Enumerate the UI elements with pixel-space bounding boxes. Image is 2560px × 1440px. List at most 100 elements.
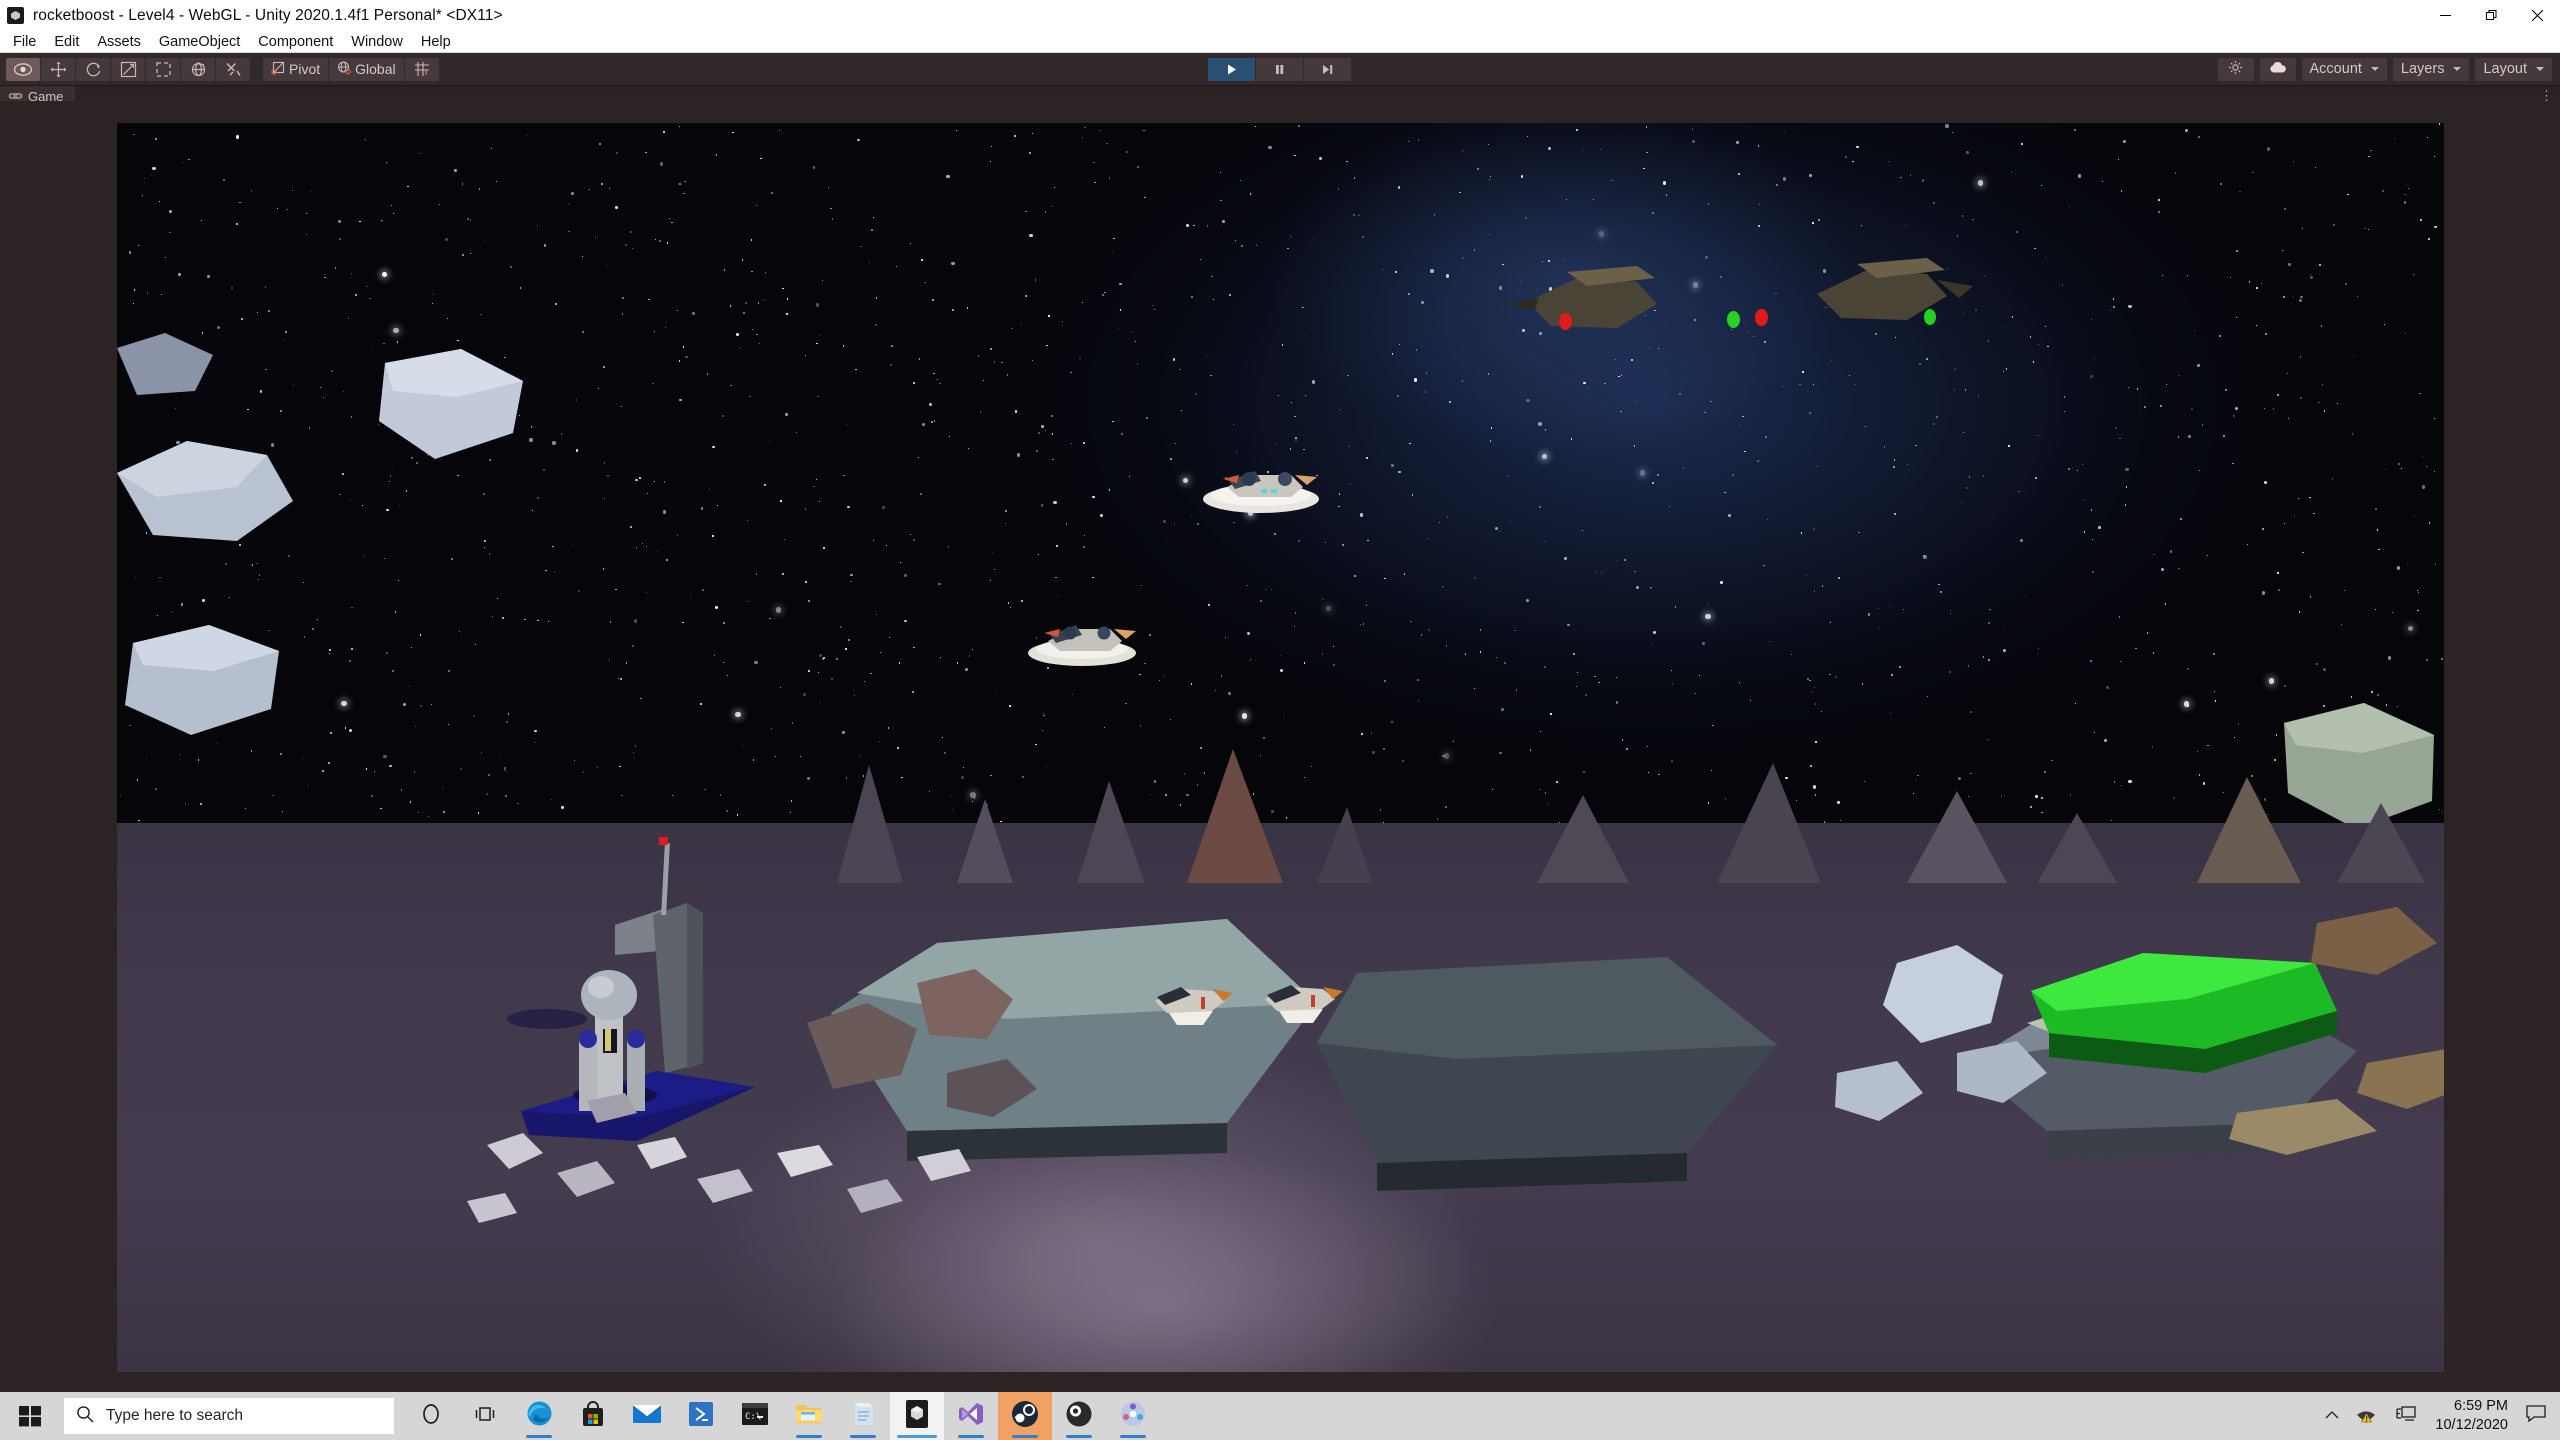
window-title: rocketboost - Level4 - WebGL - Unity 202… xyxy=(33,6,503,24)
game-viewport[interactable] xyxy=(0,101,2560,1392)
menu-window[interactable]: Window xyxy=(342,32,412,52)
windows-taskbar: Type here to search C:\ 6:59 PM 10/12/20… xyxy=(0,1392,2560,1440)
rotate-icon xyxy=(85,61,102,78)
window-controls xyxy=(2422,0,2560,31)
rotate-tool-button[interactable] xyxy=(76,57,110,81)
hand-tool-button[interactable] xyxy=(6,57,40,81)
layers-label: Layers xyxy=(2400,61,2445,77)
system-tray: 6:59 PM 10/12/2020 xyxy=(2317,1392,2560,1440)
start-button[interactable] xyxy=(0,1392,60,1440)
restore-button[interactable] xyxy=(2468,0,2514,31)
unity-icon xyxy=(906,1399,928,1433)
alien-ships xyxy=(1507,258,1973,328)
layers-dropdown[interactable]: Layers xyxy=(2392,57,2470,81)
marker-green-1 xyxy=(1727,311,1740,328)
globe-icon xyxy=(337,60,351,78)
game-render-surface[interactable] xyxy=(117,123,2444,1372)
menu-bar: File Edit Assets GameObject Component Wi… xyxy=(0,31,2560,53)
menu-assets[interactable]: Assets xyxy=(88,32,150,52)
layout-label: Layout xyxy=(2483,61,2527,77)
move-tool-button[interactable] xyxy=(41,57,75,81)
taskbar-item-file-explorer[interactable] xyxy=(782,1392,836,1440)
taskbar-item-media[interactable] xyxy=(1106,1392,1160,1440)
powershell-icon xyxy=(689,1401,713,1431)
eye-icon xyxy=(14,62,32,76)
menu-file[interactable]: File xyxy=(4,32,45,52)
step-button[interactable] xyxy=(1304,57,1351,81)
left-rock-cluster xyxy=(807,969,1037,1117)
taskbar-item-unity[interactable] xyxy=(890,1392,944,1440)
account-dropdown[interactable]: Account xyxy=(2301,57,2387,81)
visual-studio-icon xyxy=(958,1401,984,1432)
display-settings-button[interactable] xyxy=(2387,1392,2425,1440)
toolbar-right-group: Account Layers Layout xyxy=(2217,57,2552,81)
action-center-button[interactable] xyxy=(2518,1392,2554,1440)
layout-dropdown[interactable]: Layout xyxy=(2475,57,2552,81)
collab-search-icon xyxy=(2228,60,2243,79)
pause-button[interactable] xyxy=(1256,57,1303,81)
network-warning-icon xyxy=(2355,1404,2379,1429)
terminal-icon: C:\ xyxy=(742,1402,768,1430)
taskbar-item-mail[interactable] xyxy=(620,1392,674,1440)
rect-icon xyxy=(155,61,172,78)
collab-search-button[interactable] xyxy=(2217,57,2254,81)
taskbar-item-store[interactable] xyxy=(566,1392,620,1440)
chevron-down-icon xyxy=(2370,67,2379,71)
menu-gameobject[interactable]: GameObject xyxy=(150,32,249,52)
notepad-icon xyxy=(851,1401,875,1432)
minimize-button[interactable] xyxy=(2422,0,2468,31)
taskbar-item-cortana[interactable] xyxy=(404,1392,458,1440)
taskbar-item-obs[interactable] xyxy=(1052,1392,1106,1440)
display-icon xyxy=(2395,1405,2417,1428)
file-explorer-icon xyxy=(795,1402,823,1430)
taskbar-clock[interactable]: 6:59 PM 10/12/2020 xyxy=(2425,1392,2518,1440)
search-icon xyxy=(76,1405,94,1428)
search-placeholder: Type here to search xyxy=(106,1407,243,1424)
transform-icon xyxy=(190,61,207,78)
taskbar-item-steam[interactable] xyxy=(998,1392,1052,1440)
steam-icon xyxy=(1011,1400,1039,1433)
transform-tool-button[interactable] xyxy=(181,57,215,81)
network-status-button[interactable] xyxy=(2347,1392,2387,1440)
store-icon xyxy=(581,1400,605,1432)
pivot-label: Pivot xyxy=(289,61,321,77)
menu-help[interactable]: Help xyxy=(412,32,460,52)
search-input[interactable]: Type here to search xyxy=(64,1398,394,1434)
rect-tool-button[interactable] xyxy=(146,57,180,81)
cloud-button[interactable] xyxy=(2259,57,2296,81)
menu-edit[interactable]: Edit xyxy=(45,32,88,52)
action-center-icon xyxy=(2526,1404,2546,1428)
grid-snap-button[interactable] xyxy=(404,57,439,81)
window-titlebar: rocketboost - Level4 - WebGL - Unity 202… xyxy=(0,0,2560,31)
custom-tool-button[interactable] xyxy=(216,57,250,81)
asteroid-field xyxy=(117,333,523,735)
playmode-controls xyxy=(1208,57,1352,81)
scale-tool-button[interactable] xyxy=(111,57,145,81)
taskbar-item-notepad[interactable] xyxy=(836,1392,890,1440)
taskbar-item-edge[interactable] xyxy=(512,1392,566,1440)
global-toggle-button[interactable]: Global xyxy=(329,57,404,81)
taskbar-item-terminal[interactable]: C:\ xyxy=(728,1392,782,1440)
wrench-icon xyxy=(225,61,242,78)
cloud-icon xyxy=(2269,61,2287,78)
chevron-down-icon xyxy=(2536,67,2544,71)
global-label: Global xyxy=(355,61,396,77)
tray-overflow-button[interactable] xyxy=(2317,1392,2347,1440)
clock-date: 10/12/2020 xyxy=(2435,1417,2508,1433)
pivot-toggle-button[interactable]: Pivot xyxy=(263,57,329,81)
mail-icon xyxy=(632,1403,662,1430)
close-button[interactable] xyxy=(2514,0,2560,31)
media-icon xyxy=(1120,1401,1146,1432)
scale-icon xyxy=(120,61,137,78)
taskbar-item-powershell[interactable] xyxy=(674,1392,728,1440)
parked-ships xyxy=(1155,985,1343,1025)
task-view-icon xyxy=(473,1402,497,1431)
menu-component[interactable]: Component xyxy=(249,32,342,52)
pivot-icon xyxy=(271,61,285,78)
taskbar-item-visual-studio[interactable] xyxy=(944,1392,998,1440)
transform-tools xyxy=(6,57,251,81)
play-button[interactable] xyxy=(1208,57,1255,81)
marker-red-2 xyxy=(1755,309,1768,326)
taskbar-item-task-view[interactable] xyxy=(458,1392,512,1440)
shuttle-ship-upper xyxy=(1203,471,1319,513)
